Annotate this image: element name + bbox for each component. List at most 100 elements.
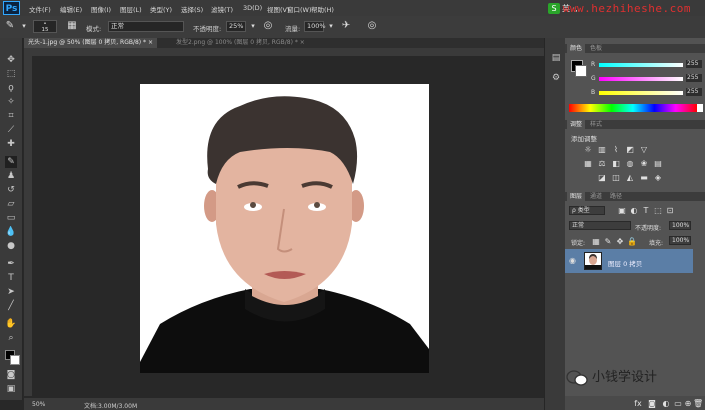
gradient-tool-icon[interactable]: ▭ bbox=[5, 212, 17, 224]
exposure-icon[interactable]: ◩ bbox=[625, 145, 635, 154]
opacity-input[interactable]: 25% bbox=[226, 21, 246, 32]
menu-file[interactable]: 文件(F) bbox=[29, 4, 51, 14]
dodge-tool-icon[interactable]: ● bbox=[5, 240, 17, 252]
menu-type[interactable]: 类型(Y) bbox=[150, 4, 172, 14]
airbrush-icon[interactable]: ✈ bbox=[340, 20, 352, 32]
history-brush-tool-icon[interactable]: ↺ bbox=[5, 184, 17, 196]
filter-adjust-icon[interactable]: ◐ bbox=[629, 206, 639, 215]
r-value[interactable]: 255 bbox=[686, 60, 702, 68]
zoom-tool-icon[interactable]: ⌕ bbox=[5, 332, 17, 344]
tab-adjustments[interactable]: 调整 bbox=[567, 120, 586, 129]
mode-select[interactable]: 正常 bbox=[108, 21, 184, 32]
menu-layer[interactable]: 图层(L) bbox=[120, 4, 142, 14]
brush-tool-icon[interactable]: ✎ bbox=[5, 156, 17, 168]
color-lookup-icon[interactable]: ▤ bbox=[653, 159, 663, 168]
brush-size-preset[interactable]: • 15 bbox=[33, 20, 57, 33]
black-white-icon[interactable]: ◧ bbox=[611, 159, 621, 168]
close-icon[interactable]: × bbox=[148, 39, 153, 46]
pressure-size-icon[interactable]: ◎ bbox=[366, 20, 378, 32]
quick-select-tool-icon[interactable]: ✧ bbox=[5, 96, 17, 108]
tab-paths[interactable]: 路径 bbox=[607, 192, 625, 201]
quick-mask-icon[interactable]: ◙ bbox=[5, 369, 17, 381]
menu-edit[interactable]: 编辑(E) bbox=[60, 4, 82, 14]
new-layer-icon[interactable]: ⊕ bbox=[683, 399, 693, 408]
menu-3d[interactable]: 3D(D) bbox=[243, 4, 262, 12]
filter-shape-icon[interactable]: ⬚ bbox=[653, 206, 663, 215]
menu-window[interactable]: 窗口(W) bbox=[287, 4, 312, 14]
color-spectrum[interactable] bbox=[569, 104, 697, 112]
layer-row-selected[interactable]: ◉ 图层 0 拷贝 bbox=[565, 249, 693, 273]
document-image[interactable] bbox=[140, 84, 429, 373]
curves-icon[interactable]: ⌇ bbox=[611, 145, 621, 154]
photo-filter-icon[interactable]: ◍ bbox=[625, 159, 635, 168]
menu-help[interactable]: 帮助(H) bbox=[311, 4, 334, 14]
bg-color-chip[interactable] bbox=[575, 65, 587, 77]
tab-channels[interactable]: 通道 bbox=[587, 192, 605, 201]
selective-color-icon[interactable]: ◈ bbox=[653, 173, 663, 182]
white-swatch[interactable] bbox=[697, 104, 703, 112]
layer-filter-select[interactable]: ρ 类型 bbox=[569, 206, 605, 215]
tab-inactive-document[interactable]: 发型2.png @ 100% (图层 0 拷贝, RGB/8) * × bbox=[172, 38, 309, 48]
layer-opacity-input[interactable]: 100% bbox=[669, 221, 691, 230]
levels-icon[interactable]: ▥ bbox=[597, 145, 607, 154]
tab-styles[interactable]: 样式 bbox=[587, 120, 605, 129]
fill-input[interactable]: 100% bbox=[669, 236, 691, 245]
flow-dropdown-icon[interactable]: ▾ bbox=[325, 20, 337, 32]
filter-smart-icon[interactable]: ⊡ bbox=[665, 206, 675, 215]
pen-tool-icon[interactable]: ✒ bbox=[5, 258, 17, 270]
eraser-tool-icon[interactable]: ▱ bbox=[5, 198, 17, 210]
zoom-level[interactable]: 50% bbox=[32, 401, 45, 408]
tab-color[interactable]: 颜色 bbox=[567, 44, 586, 53]
background-color-swatch[interactable] bbox=[10, 355, 20, 365]
brightness-icon[interactable]: ☼ bbox=[583, 145, 593, 154]
crop-tool-icon[interactable]: ⌗ bbox=[5, 110, 17, 122]
threshold-icon[interactable]: ◭ bbox=[625, 173, 635, 182]
lock-transparent-icon[interactable]: ▦ bbox=[591, 237, 601, 246]
blend-mode-select[interactable]: 正常 bbox=[569, 221, 631, 230]
lock-pixels-icon[interactable]: ✎ bbox=[603, 237, 613, 246]
healing-brush-tool-icon[interactable]: ✚ bbox=[5, 138, 17, 150]
invert-icon[interactable]: ◪ bbox=[597, 173, 607, 182]
history-panel-icon[interactable]: ▤ bbox=[550, 52, 562, 64]
path-select-tool-icon[interactable]: ➤ bbox=[5, 286, 17, 298]
g-value[interactable]: 255 bbox=[686, 74, 702, 82]
brush-tool-icon[interactable]: ✎ bbox=[4, 20, 16, 32]
hand-tool-icon[interactable]: ✋ bbox=[5, 318, 17, 330]
g-slider[interactable] bbox=[599, 77, 683, 81]
add-mask-icon[interactable]: ◙ bbox=[647, 399, 657, 408]
vibrance-icon[interactable]: ▽ bbox=[639, 145, 649, 154]
properties-panel-icon[interactable]: ⚙ bbox=[550, 72, 562, 84]
blur-tool-icon[interactable]: 💧 bbox=[5, 226, 17, 238]
layer-name[interactable]: 图层 0 拷贝 bbox=[608, 258, 642, 268]
screen-mode-icon[interactable]: ▣ bbox=[5, 383, 17, 395]
stamp-tool-icon[interactable]: ♟ bbox=[5, 170, 17, 182]
channel-mixer-icon[interactable]: ❀ bbox=[639, 159, 649, 168]
b-value[interactable]: 255 bbox=[686, 88, 702, 96]
new-adjustment-icon[interactable]: ◐ bbox=[661, 399, 671, 408]
tab-swatches[interactable]: 色板 bbox=[587, 44, 605, 53]
move-tool-icon[interactable]: ✥ bbox=[5, 54, 17, 66]
brush-panel-icon[interactable]: ▦ bbox=[66, 20, 78, 32]
close-icon[interactable]: × bbox=[300, 39, 305, 46]
opacity-dropdown-icon[interactable]: ▾ bbox=[247, 20, 259, 32]
filter-type-icon[interactable]: T bbox=[641, 206, 651, 215]
r-slider[interactable] bbox=[599, 63, 683, 67]
menu-image[interactable]: 图像(I) bbox=[91, 4, 111, 14]
shape-tool-icon[interactable]: ╱ bbox=[5, 300, 17, 312]
tab-active-document[interactable]: 光头-1.jpg @ 50% (图层 0 拷贝, RGB/8) * × bbox=[24, 38, 157, 48]
filter-pixel-icon[interactable]: ▣ bbox=[617, 206, 627, 215]
trash-icon[interactable]: 🗑 bbox=[693, 399, 703, 408]
posterize-icon[interactable]: ◫ bbox=[611, 173, 621, 182]
tab-layers[interactable]: 图层 bbox=[567, 192, 586, 201]
new-group-icon[interactable]: ▭ bbox=[673, 399, 683, 408]
lasso-tool-icon[interactable]: ϙ bbox=[5, 82, 17, 94]
hue-saturation-icon[interactable]: ▦ bbox=[583, 159, 593, 168]
menu-select[interactable]: 选择(S) bbox=[181, 4, 203, 14]
menu-filter[interactable]: 滤镜(T) bbox=[211, 4, 233, 14]
marquee-tool-icon[interactable]: ⬚ bbox=[5, 68, 17, 80]
lock-position-icon[interactable]: ✥ bbox=[615, 237, 625, 246]
eyedropper-tool-icon[interactable]: ⟋ bbox=[5, 124, 17, 136]
lock-all-icon[interactable]: 🔒 bbox=[627, 237, 637, 246]
add-style-icon[interactable]: fx bbox=[633, 399, 643, 408]
color-balance-icon[interactable]: ⚖ bbox=[597, 159, 607, 168]
